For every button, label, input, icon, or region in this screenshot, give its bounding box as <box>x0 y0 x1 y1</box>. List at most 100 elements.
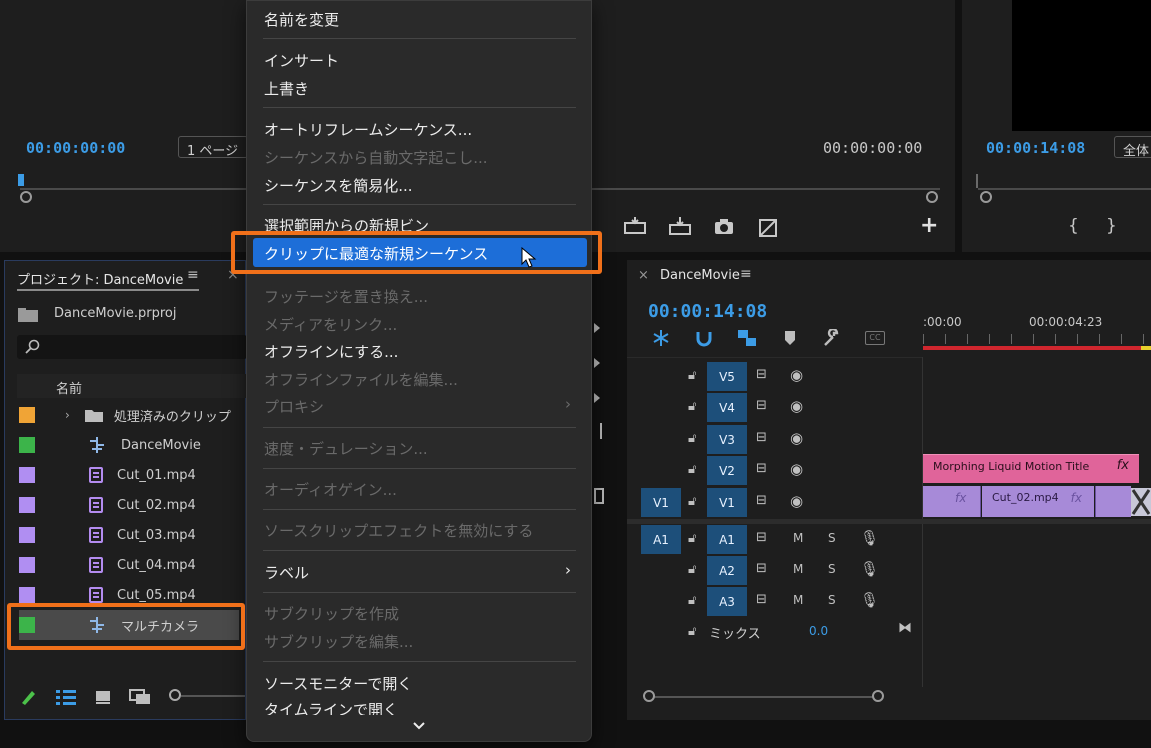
camera-icon[interactable] <box>713 218 735 236</box>
video-clip-segment[interactable]: fx <box>923 486 981 517</box>
label-color-chip[interactable] <box>19 437 35 453</box>
search-input[interactable] <box>17 335 247 359</box>
fx-badge[interactable]: fx <box>1117 458 1129 473</box>
timeline-scroll-start[interactable] <box>643 690 655 702</box>
source-patch-a1[interactable]: A1 <box>641 525 681 554</box>
label-color-chip[interactable] <box>19 557 35 573</box>
insert-icon[interactable] <box>622 217 648 237</box>
overwrite-icon[interactable] <box>667 217 693 237</box>
track-select-icon[interactable] <box>594 323 602 333</box>
microphone-icon[interactable]: 🎙︎ <box>860 560 879 578</box>
eye-icon[interactable]: ◉ <box>790 397 803 415</box>
nest-sequence-icon[interactable] <box>651 329 671 347</box>
label-color-chip[interactable] <box>19 527 35 543</box>
timeline-scroll-track[interactable] <box>649 696 879 698</box>
timeline-tab-title[interactable]: DanceMovie <box>660 268 740 283</box>
project-item-clip[interactable]: Cut_04.mp4 <box>19 550 245 580</box>
project-item-folder[interactable]: › 処理済みのクリップ <box>19 400 245 430</box>
eye-icon[interactable]: ◉ <box>790 429 803 447</box>
source-patch-v1[interactable]: V1 <box>641 488 681 517</box>
lock-icon[interactable]: 🔓︎ <box>688 462 696 477</box>
mark-in-icon[interactable]: { <box>1068 216 1079 236</box>
video-clip[interactable]: Cut_02.mp4 fx <box>982 486 1094 517</box>
lock-icon[interactable]: 🔓︎ <box>688 431 696 446</box>
sync-lock-icon[interactable]: ⊟ <box>756 561 767 576</box>
add-marker-icon[interactable] <box>783 330 797 346</box>
sync-lock-icon[interactable]: ⊟ <box>756 592 767 607</box>
menu-item-overwrite[interactable]: 上書き <box>264 78 309 99</box>
safe-margins-icon[interactable] <box>757 217 779 239</box>
fit-dropdown[interactable]: 全体 <box>1114 136 1151 159</box>
track-target-v5[interactable]: V5 <box>707 362 747 391</box>
timeline-menu-icon[interactable]: ≡ <box>740 266 752 282</box>
lock-icon[interactable]: 🔓︎ <box>688 494 696 509</box>
menu-item-make-offline[interactable]: オフラインにする... <box>264 341 398 362</box>
menu-item-label-submenu[interactable]: ラベル <box>264 562 309 583</box>
eye-icon[interactable]: ◉ <box>790 460 803 478</box>
track-target-v4[interactable]: V4 <box>707 393 747 422</box>
track-target-a2[interactable]: A2 <box>707 556 747 585</box>
rectangle-tool-icon[interactable] <box>594 488 604 504</box>
project-item-sequence[interactable]: DanceMovie <box>19 430 245 460</box>
sync-lock-icon[interactable]: ⊟ <box>756 430 767 445</box>
page-dropdown[interactable]: 1 ページ <box>178 136 248 159</box>
zoom-slider-handle[interactable] <box>169 689 181 701</box>
program-timecode[interactable]: 00:00:14:08 <box>986 139 1085 157</box>
scroll-start-handle[interactable] <box>20 191 32 203</box>
list-view-icon[interactable] <box>55 689 77 705</box>
menu-item-open-in-timeline[interactable]: タイムラインで開く <box>264 699 398 715</box>
timeline-scroll-end[interactable] <box>872 690 884 702</box>
wrench-icon[interactable] <box>822 329 840 347</box>
mark-out-icon[interactable]: } <box>1106 216 1117 236</box>
menu-item-simplify-sequence[interactable]: シーケンスを簡易化... <box>264 175 413 196</box>
linked-selection-icon[interactable] <box>737 329 757 347</box>
eye-icon[interactable]: ◉ <box>790 366 803 384</box>
work-area-bar[interactable] <box>923 346 1151 350</box>
project-item-clip[interactable]: Cut_02.mp4 <box>19 490 245 520</box>
lock-icon[interactable]: 🔓︎ <box>688 624 696 639</box>
eye-icon[interactable]: ◉ <box>790 492 803 510</box>
menu-item-insert[interactable]: インサート <box>264 50 339 71</box>
mix-meter-icon[interactable]: ⧓ <box>898 620 912 636</box>
fx-badge[interactable]: fx <box>955 491 966 505</box>
timeline-timecode[interactable]: 00:00:14:08 <box>648 301 767 322</box>
time-ruler-ticks[interactable] <box>923 334 1151 344</box>
expand-chevron-icon[interactable]: › <box>65 408 70 422</box>
program-scroll-handle[interactable] <box>980 191 992 203</box>
lock-icon[interactable]: 🔓︎ <box>688 562 696 577</box>
icon-view-icon[interactable] <box>95 689 111 705</box>
pencil-icon[interactable] <box>19 688 37 706</box>
menu-item-auto-reframe[interactable]: オートリフレームシーケンス... <box>264 119 472 140</box>
label-color-chip[interactable] <box>19 587 35 603</box>
slip-icon[interactable] <box>600 423 602 439</box>
solo-button[interactable]: S <box>828 562 836 576</box>
razor-icon[interactable] <box>594 393 602 403</box>
mix-volume-value[interactable]: 0.0 <box>809 624 828 638</box>
lock-icon[interactable]: 🔓︎ <box>688 399 696 414</box>
mute-button[interactable]: M <box>793 562 803 576</box>
solo-button[interactable]: S <box>828 531 836 545</box>
mute-button[interactable]: M <box>793 531 803 545</box>
sync-lock-icon[interactable]: ⊟ <box>756 398 767 413</box>
chevron-down-icon[interactable] <box>412 721 426 731</box>
transition-icon[interactable] <box>1131 488 1151 516</box>
track-target-a3[interactable]: A3 <box>707 587 747 616</box>
label-color-chip[interactable] <box>19 407 35 423</box>
zoom-slider-track[interactable] <box>181 695 245 697</box>
mute-button[interactable]: M <box>793 593 803 607</box>
microphone-icon[interactable]: 🎙︎ <box>860 591 879 609</box>
scroll-end-handle[interactable] <box>926 191 938 203</box>
label-color-chip[interactable] <box>19 497 35 513</box>
project-item-clip[interactable]: Cut_03.mp4 <box>19 520 245 550</box>
source-playhead[interactable] <box>18 174 24 186</box>
snap-magnet-icon[interactable] <box>695 329 713 347</box>
microphone-icon[interactable]: 🎙︎ <box>860 529 879 547</box>
sync-lock-icon[interactable]: ⊟ <box>756 530 767 545</box>
solo-button[interactable]: S <box>828 593 836 607</box>
add-button-icon[interactable]: + <box>920 213 938 238</box>
ripple-edit-icon[interactable] <box>594 358 602 368</box>
lock-icon[interactable]: 🔓︎ <box>688 531 696 546</box>
track-target-v1[interactable]: V1 <box>707 488 747 517</box>
close-timeline-tab-icon[interactable]: × <box>638 268 649 283</box>
title-clip[interactable]: Morphing Liquid Motion Title fx <box>923 454 1139 483</box>
